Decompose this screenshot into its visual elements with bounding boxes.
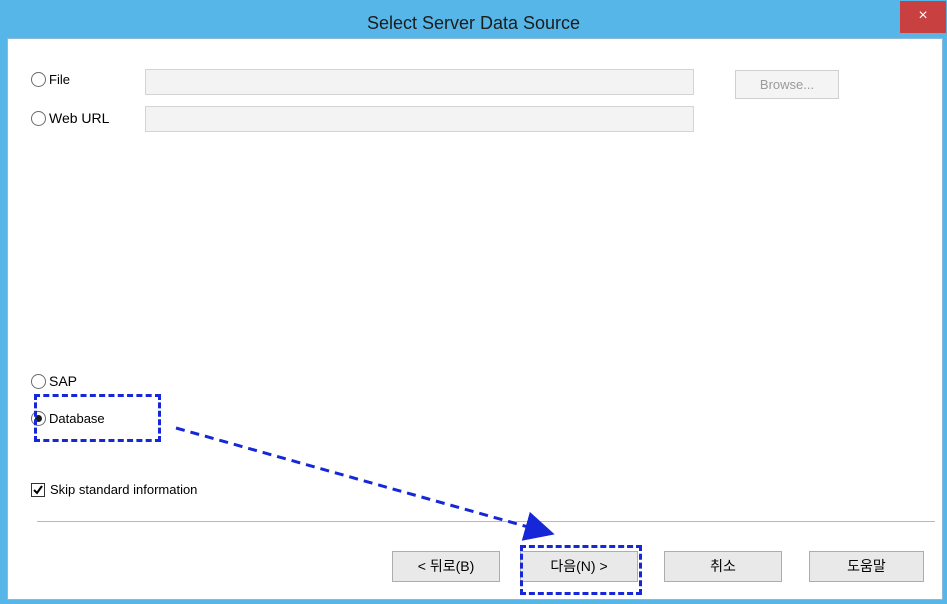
annotation-arrow	[175, 426, 555, 541]
dialog-window: Select Server Data Source × File Browse.…	[0, 0, 947, 604]
